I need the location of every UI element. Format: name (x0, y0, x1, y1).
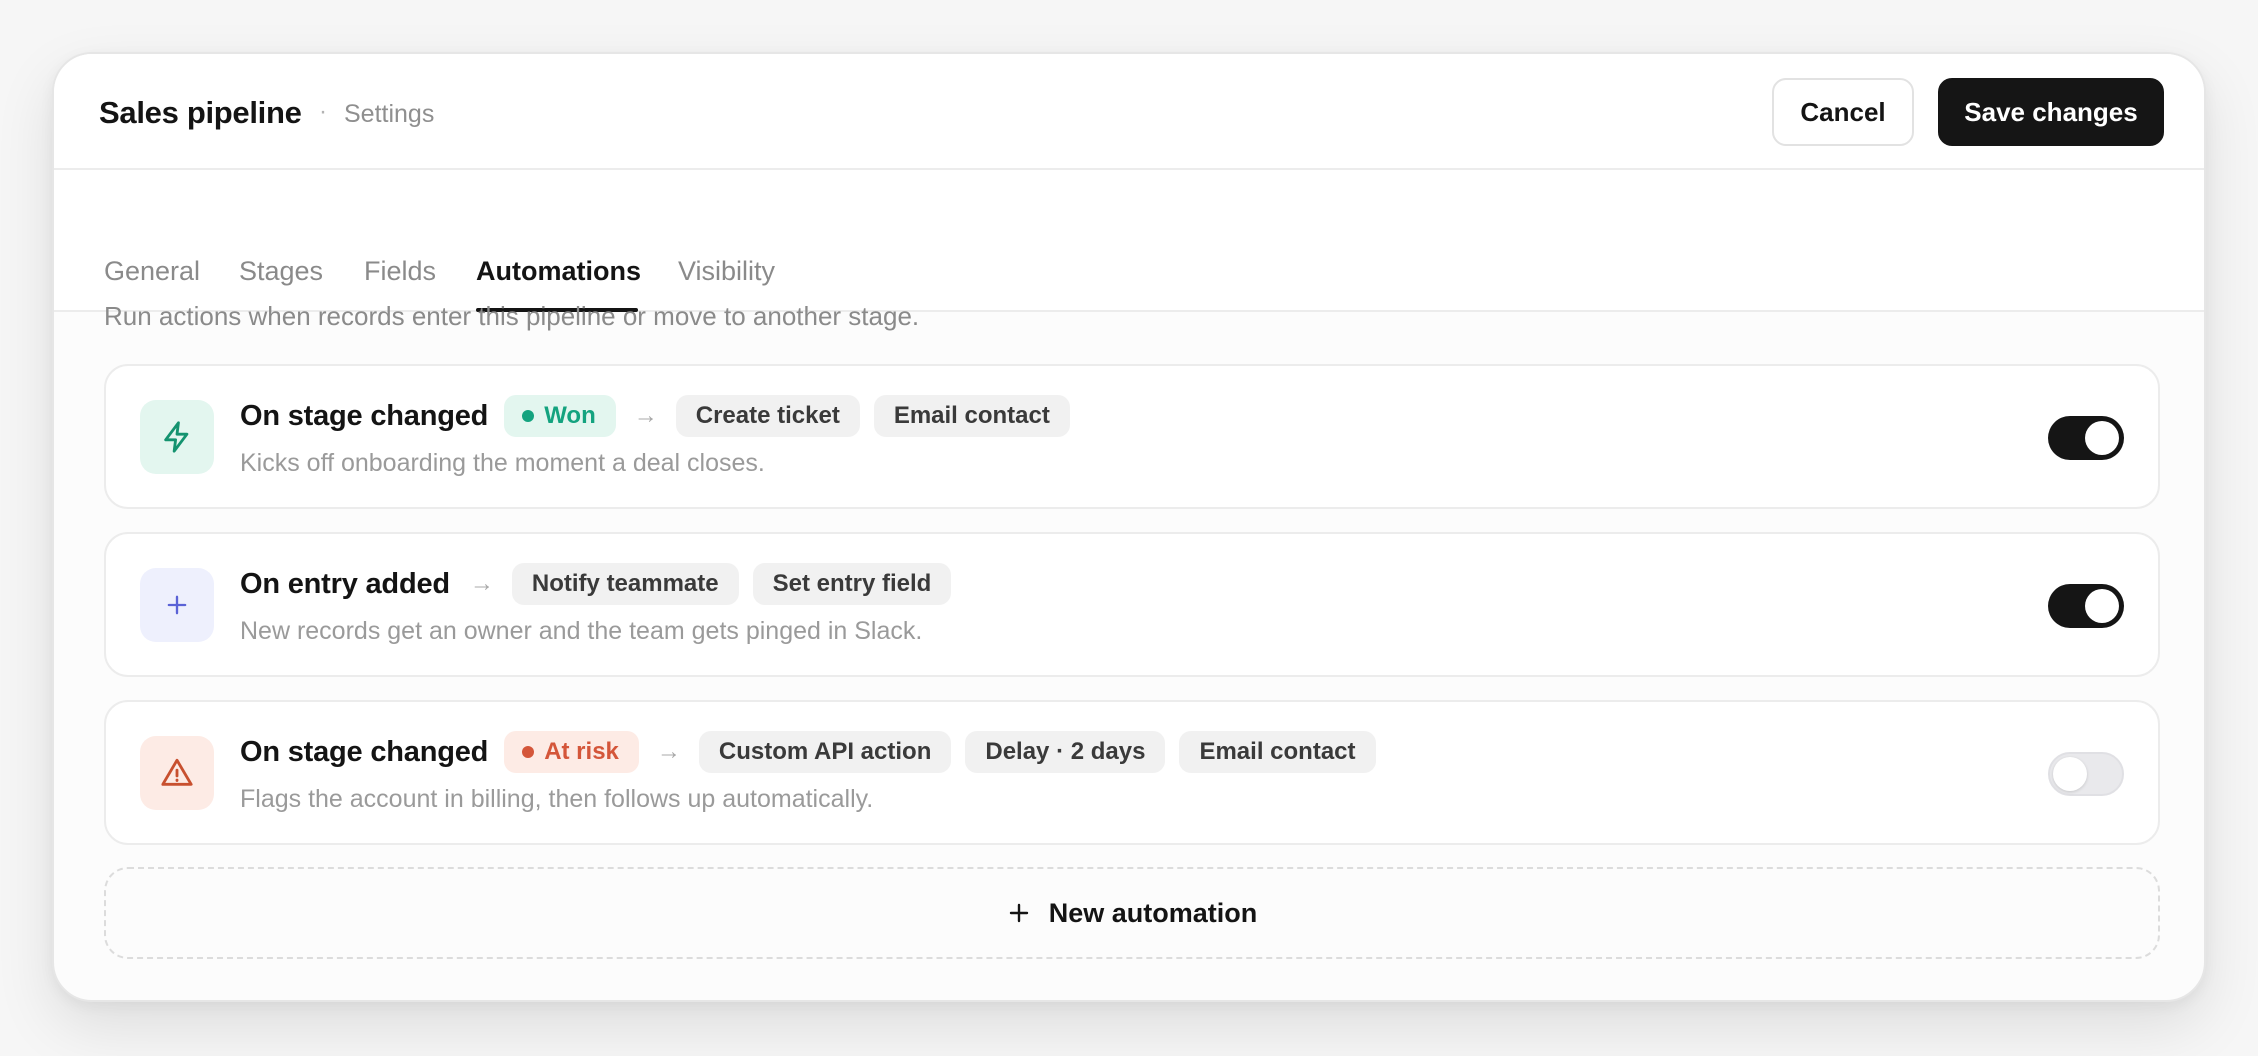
action-chip: Email contact (873, 395, 1070, 437)
lightning-icon (140, 400, 214, 474)
action-chip: Email contact (1179, 731, 1376, 773)
arrow-right-icon: → (656, 738, 681, 765)
intro-text: Run actions when records enter this pipe… (104, 301, 920, 331)
tab-automations[interactable]: Automations (476, 256, 641, 287)
automation-card[interactable]: On entry added → Notify teammate Set ent… (104, 532, 2160, 677)
new-automation-label: New automation (1048, 897, 1258, 928)
tab-bar: General Stages Fields Automations Visibi… (54, 170, 2204, 312)
status-label: Won (544, 402, 596, 429)
automation-card[interactable]: On stage changed At risk → Custom API ac… (104, 700, 2160, 845)
cancel-button[interactable]: Cancel (1772, 78, 1914, 146)
action-chip: Create ticket (675, 395, 860, 437)
new-automation-button[interactable]: New automation (104, 867, 2160, 959)
automation-trigger-title: On stage changed (240, 735, 489, 768)
automation-description: Kicks off onboarding the moment a deal c… (240, 449, 765, 477)
action-chip: Notify teammate (511, 563, 739, 605)
status-dot (522, 410, 535, 422)
status-badge-won: Won (504, 395, 616, 437)
tab-general[interactable]: General (104, 256, 200, 287)
toggle-knob (2085, 589, 2119, 623)
action-chip: Delay · 2 days (965, 731, 1166, 773)
page-subtitle: Settings (344, 100, 435, 128)
automation-trigger-title: On stage changed (240, 399, 489, 432)
toggle-knob (2085, 421, 2119, 455)
automation-trigger-title: On entry added (240, 567, 450, 600)
plus-icon (1009, 903, 1028, 923)
tab-stages[interactable]: Stages (239, 256, 323, 287)
warning-triangle-icon (140, 736, 214, 810)
action-chip: Set entry field (752, 563, 952, 605)
arrow-right-icon: → (633, 402, 658, 429)
automation-card[interactable]: On stage changed Won → Create ticket Ema… (104, 364, 2160, 509)
save-changes-button[interactable]: Save changes (1938, 78, 2164, 146)
automation-toggle[interactable] (2048, 416, 2124, 460)
tab-visibility[interactable]: Visibility (678, 256, 775, 287)
automation-description: New records get an owner and the team ge… (240, 617, 923, 645)
tab-fields[interactable]: Fields (364, 256, 436, 287)
automation-description: Flags the account in billing, then follo… (240, 785, 874, 813)
arrow-right-icon: → (469, 570, 494, 597)
plus-icon (140, 568, 214, 642)
page-title: Sales pipeline (99, 95, 302, 130)
automation-toggle[interactable] (2048, 584, 2124, 628)
automation-toggle[interactable] (2048, 752, 2124, 796)
action-chip: Custom API action (698, 731, 952, 773)
title-separator: · (319, 98, 327, 125)
status-dot (522, 746, 535, 758)
header: Sales pipeline · Settings Cancel Save ch… (54, 54, 2204, 170)
settings-panel: Sales pipeline · Settings Cancel Save ch… (52, 52, 2206, 1002)
status-badge-at-risk: At risk (504, 731, 639, 773)
toggle-knob (2053, 757, 2087, 791)
status-label: At risk (544, 738, 619, 765)
